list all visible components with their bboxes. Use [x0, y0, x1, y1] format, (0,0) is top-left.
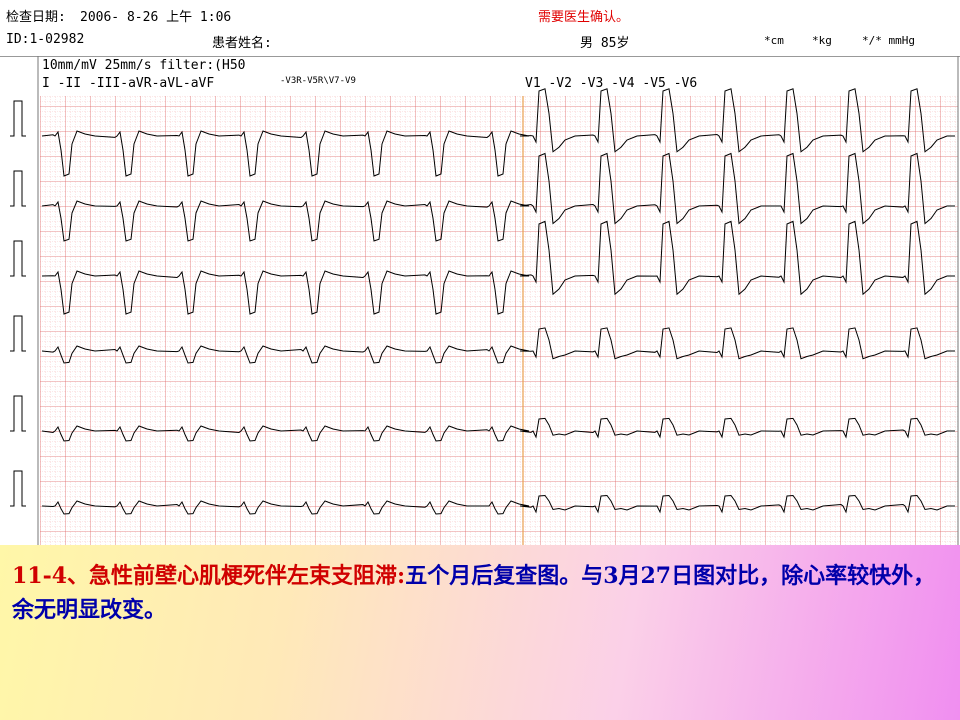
bp-unit: */* mmHg	[862, 34, 915, 47]
patient-id: ID:1-02982	[6, 32, 85, 47]
confirm-note: 需要医生确认。	[538, 10, 630, 25]
report-header: 检查日期: 2006- 8-26 上午 1:06 需要医生确认。 ID:1-02…	[0, 0, 960, 56]
caption-panel: 11-4、急性前壁心肌梗死伴左束支阻滞:五个月后复查图。与3月27日图对比，除心…	[0, 545, 960, 720]
ecg-grid	[40, 96, 958, 545]
height-unit: *cm	[764, 34, 784, 47]
calibration-pulse	[10, 170, 26, 207]
calibration-pulse	[10, 395, 26, 432]
calibration-pulses	[10, 100, 26, 507]
calibration-pulse	[10, 100, 26, 137]
calibration-pulse	[10, 240, 26, 277]
caption-text: 11-4、急性前壁心肌梗死伴左束支阻滞:五个月后复查图。与3月27日图对比，除心…	[12, 559, 947, 627]
sex-age: 男 85岁	[580, 36, 630, 51]
exam-date-value: 2006- 8-26 上午 1:06	[80, 10, 232, 25]
ecg-strip: 10mm/mV 25mm/s filter:(H50 I -II -III-aV…	[0, 56, 960, 545]
ecg-grid-and-traces	[0, 56, 960, 545]
weight-unit: *kg	[812, 34, 832, 47]
calibration-pulse	[10, 315, 26, 352]
calibration-pulse	[10, 470, 26, 507]
caption-title: 11-4、急性前壁心肌梗死伴左束支阻滞:	[12, 563, 406, 589]
patient-name-label: 患者姓名:	[212, 36, 272, 51]
limb-leads-label: I -II -III-aVR-aVL-aVF	[42, 76, 215, 91]
chest-leads-label: V1 -V2 -V3 -V4 -V5 -V6	[525, 76, 698, 91]
ecg-settings: 10mm/mV 25mm/s filter:(H50	[42, 58, 246, 73]
right-leads-label: -V3R-V5R\V7-V9	[280, 76, 356, 86]
exam-date-label: 检查日期:	[6, 10, 66, 25]
